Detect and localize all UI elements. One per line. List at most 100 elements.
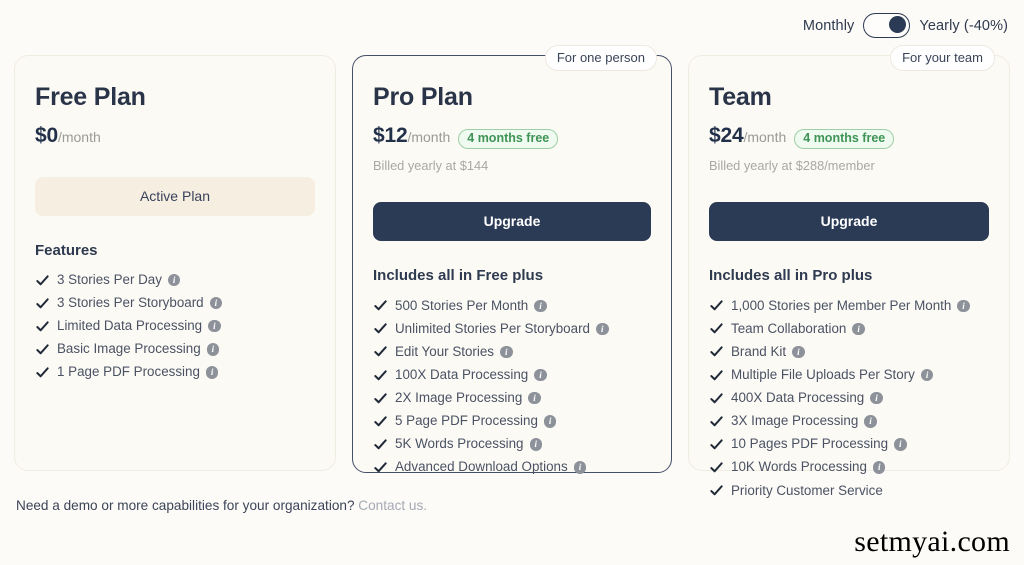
feature-label: 10K Words Processing	[731, 459, 867, 475]
feature-label: 1,000 Stories per Member Per Month	[731, 297, 952, 313]
info-icon[interactable]: i	[957, 299, 970, 313]
feature-label: 400X Data Processing	[731, 390, 865, 406]
price-row-pro: $12 /month 4 months free	[373, 124, 651, 150]
features-title-pro: Includes all in Free plus	[373, 267, 544, 285]
info-icon[interactable]: i	[870, 391, 883, 405]
switch-knob	[889, 16, 907, 34]
info-icon[interactable]: i	[500, 345, 513, 359]
info-icon[interactable]: i	[534, 368, 547, 382]
discount-badge-team: 4 months free	[794, 128, 895, 150]
feature-label: Advanced Download Options	[395, 459, 568, 475]
feature-item: 500 Stories Per Month i	[373, 294, 651, 317]
info-icon[interactable]: i	[534, 299, 547, 313]
plan-price-free: $0	[35, 123, 58, 147]
feature-item: Multiple File Uploads Per Story i	[709, 364, 989, 387]
feature-label: 2X Image Processing	[395, 390, 523, 406]
check-icon	[373, 368, 388, 383]
billing-period-toggle-group: Monthly Yearly (-40%)	[803, 13, 1008, 38]
feature-item: 3 Stories Per Storyboard i	[35, 292, 315, 315]
feature-item: 100X Data Processing i	[373, 364, 651, 387]
price-row-free: $0 /month	[35, 124, 315, 148]
info-icon[interactable]: i	[529, 438, 543, 451]
plan-period-team: /month	[743, 128, 787, 145]
feature-item: Advanced Download Options i	[373, 456, 651, 479]
features-list-pro: 500 Stories Per Month i Unlimited Stories …	[373, 294, 651, 479]
feature-label: Edit Your Stories	[395, 343, 495, 359]
plan-price-pro: $12	[373, 123, 408, 147]
info-icon[interactable]: i	[573, 461, 587, 474]
check-icon	[709, 483, 724, 498]
contact-us-link[interactable]: Contact us.	[358, 498, 427, 513]
price-row-team: $24 /month 4 months free	[709, 124, 989, 150]
feature-item: 2X Image Processing i	[373, 387, 651, 410]
plan-name-pro: Pro Plan	[373, 83, 473, 111]
plan-card-pro: For one person Pro Plan $12 /month 4 mon…	[352, 45, 672, 474]
feature-item: 1 Page PDF Processing i	[35, 361, 315, 384]
check-icon	[35, 319, 50, 334]
feature-label: 100X Data Processing	[395, 367, 529, 383]
feature-label: 3 Stories Per Storyboard	[57, 295, 204, 311]
feature-label: 5 Page PDF Processing	[395, 413, 538, 429]
feature-label: 3 Stories Per Day	[57, 272, 162, 287]
yearly-label: Yearly (-40%)	[919, 17, 1008, 34]
info-icon[interactable]: i	[206, 343, 220, 356]
check-icon	[35, 365, 50, 380]
plan-badge-team: For your team	[890, 45, 995, 71]
upgrade-button-pro[interactable]: Upgrade	[373, 202, 651, 242]
check-icon	[373, 344, 388, 359]
check-icon	[35, 342, 50, 357]
info-icon[interactable]: i	[208, 319, 221, 333]
feature-item: 3X Image Processing i	[709, 410, 989, 433]
plan-price-team: $24	[709, 123, 744, 147]
feature-label: 500 Stories Per Month	[395, 297, 529, 313]
info-icon[interactable]: i	[864, 415, 877, 428]
info-icon[interactable]: i	[528, 391, 541, 405]
plan-period-free: /month	[57, 128, 101, 145]
feature-item: Priority Customer Service	[709, 479, 989, 502]
pricing-page: Monthly Yearly (-40%) Free Plan $0 /mont…	[0, 0, 1024, 565]
info-icon[interactable]: i	[205, 366, 219, 379]
check-icon	[709, 368, 724, 383]
billed-note-team: Billed yearly at $288/member	[709, 158, 875, 174]
check-icon	[709, 437, 724, 452]
feature-item: 10K Words Processing i	[709, 456, 989, 479]
feature-item: 5 Page PDF Processing i	[373, 410, 651, 433]
check-icon	[709, 344, 724, 359]
info-icon[interactable]: i	[792, 345, 805, 359]
info-icon[interactable]: i	[596, 322, 609, 336]
site-watermark: setmyai.com	[854, 525, 1010, 558]
feature-item: 5K Words Processing i	[373, 433, 651, 456]
info-icon[interactable]: i	[852, 322, 865, 336]
check-icon	[373, 298, 388, 313]
plan-card-team: For your team Team $24 /month 4 months f…	[688, 45, 1010, 498]
info-icon[interactable]: i	[209, 296, 223, 310]
info-icon[interactable]: i	[543, 415, 557, 428]
feature-item: Unlimited Stories Per Storyboard i	[373, 317, 651, 340]
feature-label: Priority Customer Service	[731, 482, 883, 498]
check-icon	[373, 414, 388, 429]
check-icon	[709, 391, 724, 406]
info-icon[interactable]: i	[894, 438, 907, 451]
check-icon	[373, 391, 388, 406]
billing-period-switch[interactable]	[863, 13, 911, 38]
feature-item: 10 Pages PDF Processing i	[709, 433, 989, 456]
feature-item: Brand Kit i	[709, 340, 989, 363]
feature-label: Basic Image Processing	[57, 341, 201, 357]
check-icon	[709, 321, 724, 336]
info-icon[interactable]: i	[167, 273, 181, 287]
info-icon[interactable]: i	[872, 461, 886, 474]
check-icon	[709, 460, 724, 475]
check-icon	[709, 298, 724, 313]
feature-label: Multiple File Uploads Per Story	[731, 367, 915, 383]
footer-text: Need a demo or more capabilities for you…	[16, 498, 359, 513]
features-title-team: Includes all in Pro plus	[709, 267, 873, 285]
active-plan-button[interactable]: Active Plan	[35, 176, 315, 216]
features-title-free: Features	[35, 241, 98, 259]
feature-label: Brand Kit	[731, 343, 787, 359]
check-icon	[373, 321, 388, 336]
upgrade-button-team[interactable]: Upgrade	[709, 202, 989, 242]
monthly-label: Monthly	[802, 17, 855, 34]
check-icon	[709, 414, 724, 429]
info-icon[interactable]: i	[920, 368, 934, 382]
footer-contact: Need a demo or more capabilities for you…	[16, 498, 427, 513]
